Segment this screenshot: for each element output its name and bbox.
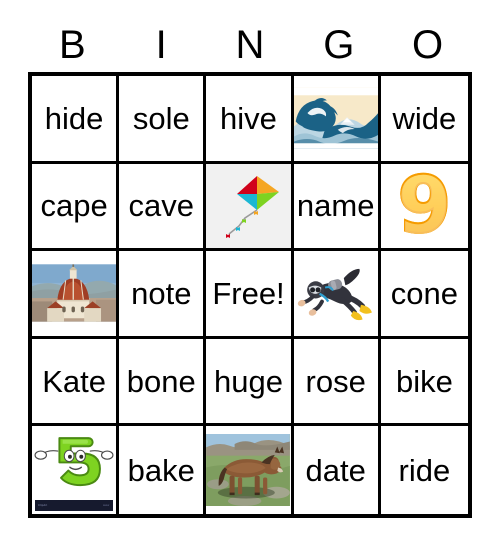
bingo-cell-n2[interactable]: [206, 163, 294, 252]
bingo-cell-o3[interactable]: cone: [380, 251, 468, 339]
bingo-cell-label: hide: [44, 100, 104, 136]
bingo-cell-b1[interactable]: hide: [32, 76, 120, 164]
number-nine-glyph: 9: [396, 163, 452, 251]
bingo-cell-b4[interactable]: Kate: [32, 338, 120, 427]
bingo-cell-i1[interactable]: sole: [119, 76, 207, 164]
bingo-cell-g3[interactable]: [293, 251, 381, 339]
bingo-cell-label: Kate: [42, 363, 106, 399]
bingo-cell-label: cape: [40, 188, 108, 224]
bingo-cell-i3[interactable]: note: [119, 251, 207, 339]
bingo-cell-i2[interactable]: cave: [119, 163, 207, 252]
header-letter-o: O: [412, 23, 444, 67]
cathedral-dome-image: [32, 251, 117, 336]
number-nine-image: 9: [380, 163, 468, 251]
bingo-cell-label: bike: [395, 363, 453, 399]
great-wave-image: [293, 76, 378, 161]
header-letter-n: N: [235, 23, 265, 67]
bingo-cell-o4[interactable]: bike: [380, 338, 468, 427]
bingo-cell-label: date: [305, 452, 366, 488]
bingo-grid: hide sole hive wide cape cave name 9 not…: [28, 72, 472, 518]
bingo-cell-g1[interactable]: [293, 76, 381, 164]
bingo-cell-b2[interactable]: cape: [32, 163, 120, 252]
scuba-diver-image: [293, 251, 378, 336]
bingo-cell-label: huge: [214, 363, 283, 399]
bingo-cell-label: cone: [390, 275, 458, 311]
bingo-cell-label: sole: [132, 100, 190, 136]
horse-image: [206, 426, 291, 514]
bingo-cell-i5[interactable]: bake: [119, 426, 207, 514]
bingo-cell-label: note: [131, 275, 192, 311]
bingo-cell-b3[interactable]: [32, 251, 120, 339]
bingo-cell-label: name: [296, 188, 375, 224]
bingo-cell-g4[interactable]: rose: [293, 338, 381, 427]
watermark-right-text: www: [103, 503, 110, 507]
bingo-header: B I N G O: [28, 18, 472, 72]
watermark-left-text: ClipArt: [38, 503, 48, 507]
bingo-cell-g5[interactable]: date: [293, 426, 381, 514]
bingo-cell-label: wide: [392, 100, 457, 136]
bingo-cell-label: cave: [128, 188, 195, 224]
bingo-cell-b5[interactable]: ClipArt www: [32, 426, 120, 514]
bingo-cell-g2[interactable]: name: [293, 163, 381, 252]
bingo-cell-label: rose: [305, 363, 366, 399]
bingo-cell-label: bone: [126, 363, 196, 399]
bingo-cell-o5[interactable]: ride: [380, 426, 468, 514]
kite-image: [206, 163, 291, 249]
image-watermark-bar: ClipArt www: [35, 499, 114, 511]
bingo-cell-label: ride: [398, 452, 451, 488]
bingo-cell-n5[interactable]: [206, 426, 294, 514]
header-letter-i: I: [155, 23, 167, 67]
bingo-cell-free-space[interactable]: Free!: [206, 251, 294, 339]
bingo-cell-i4[interactable]: bone: [119, 338, 207, 427]
bingo-cell-n4[interactable]: huge: [206, 338, 294, 427]
bingo-cell-label: hive: [220, 100, 277, 136]
bingo-cell-label: bake: [127, 452, 195, 488]
free-space-label: Free!: [212, 275, 285, 311]
header-letter-g: G: [323, 23, 355, 67]
header-letter-b: B: [59, 23, 86, 67]
bingo-cell-o1[interactable]: wide: [380, 76, 468, 164]
number-five-cartoon-image: ClipArt www: [32, 426, 117, 514]
bingo-cell-o2[interactable]: 9: [380, 163, 468, 252]
bingo-card: B I N G O hide sole hive wide cape cave …: [0, 0, 501, 544]
bingo-cell-n1[interactable]: hive: [206, 76, 294, 164]
